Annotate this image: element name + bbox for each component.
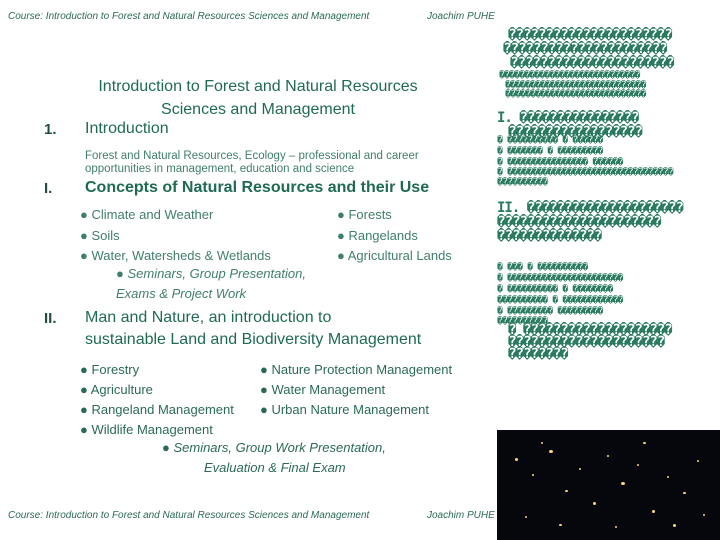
section2-heading: Concepts of Natural Resources and their … <box>85 179 430 196</box>
section3-heading-line2: sustainable Land and Biodiversity Manage… <box>85 331 422 348</box>
right-panel-row: �������� <box>508 346 568 362</box>
list-item: ● Forests <box>337 207 392 222</box>
slide-title-line1: Introduction to Forest and Natural Resou… <box>98 78 418 95</box>
section3-list-right: ● Nature Protection Management ● Water M… <box>260 360 452 420</box>
list-item: ● Rangeland Management <box>80 402 234 417</box>
list-item: ● Soils <box>80 227 120 243</box>
earth-at-night-image <box>497 430 720 540</box>
section1-heading: Introduction <box>85 120 169 137</box>
right-panel-row: �������������� <box>497 228 602 244</box>
right-panel-row: � ���������� � �������� <box>497 284 613 295</box>
list-item: ● Forestry <box>80 362 140 377</box>
right-panel-row: ���������� <box>497 177 548 188</box>
list-item: ● Rangelands <box>337 227 418 243</box>
list-item: ● Climate and Weather <box>80 207 214 222</box>
right-panel-row: � ��� � ���������� <box>497 262 588 273</box>
section3-number: II. <box>44 310 57 327</box>
section2-note2: Exams & Project Work <box>116 286 247 301</box>
slide-title-line2: Sciences and Management <box>161 101 355 118</box>
right-panel-row: � ����������������������� <box>497 273 624 284</box>
list-item: ● Agricultural Lands <box>337 248 452 263</box>
right-panel-row: � ���������� � ������ <box>497 135 603 146</box>
section2-note1: ● Seminars, Group Presentation, <box>116 266 306 281</box>
header-author: Joachim PUHE <box>427 11 495 22</box>
list-item: ● Urban Nature Management <box>260 402 429 417</box>
section2-list-left: ● Climate and Weather ● Soils ● Water, W… <box>80 205 271 267</box>
header-course: Course: Introduction to Forest and Natur… <box>8 11 370 22</box>
list-item: ● Wildlife Management <box>80 422 213 437</box>
right-panel-row: � ������� � ��������� <box>497 146 603 157</box>
right-panel-row: ���������� � ������������ <box>497 295 624 306</box>
section2-number: I. <box>44 180 53 197</box>
section2-list-right: ● Forests ● Rangelands ● Agricultural La… <box>337 205 452 267</box>
right-panel-row: ���������������������� <box>510 55 674 71</box>
section3-heading-line1: Man and Nature, an introduction to <box>85 309 332 326</box>
list-item: ● Agriculture <box>80 382 153 397</box>
section3-note2: Evaluation & Final Exam <box>204 460 346 475</box>
list-item: ● Water Management <box>260 382 386 397</box>
section3-note1: ● Seminars, Group Work Presentation, <box>162 440 386 455</box>
footer-author: Joachim PUHE <box>427 510 495 521</box>
section1-number: 1. <box>44 121 57 138</box>
slide-title: Introduction to Forest and Natural Resou… <box>78 75 438 121</box>
list-item: ● Nature Protection Management <box>260 362 453 377</box>
section1-subtitle: Forest and Natural Resources, Ecology – … <box>85 150 419 175</box>
list-item: ● Water, Watersheds & Wetlands <box>80 248 271 263</box>
right-panel-row: ���������������������������� <box>505 89 647 100</box>
section3-list-left: ● Forestry ● Agriculture ● Rangeland Man… <box>80 360 234 440</box>
footer-course: Course: Introduction to Forest and Natur… <box>8 510 370 521</box>
